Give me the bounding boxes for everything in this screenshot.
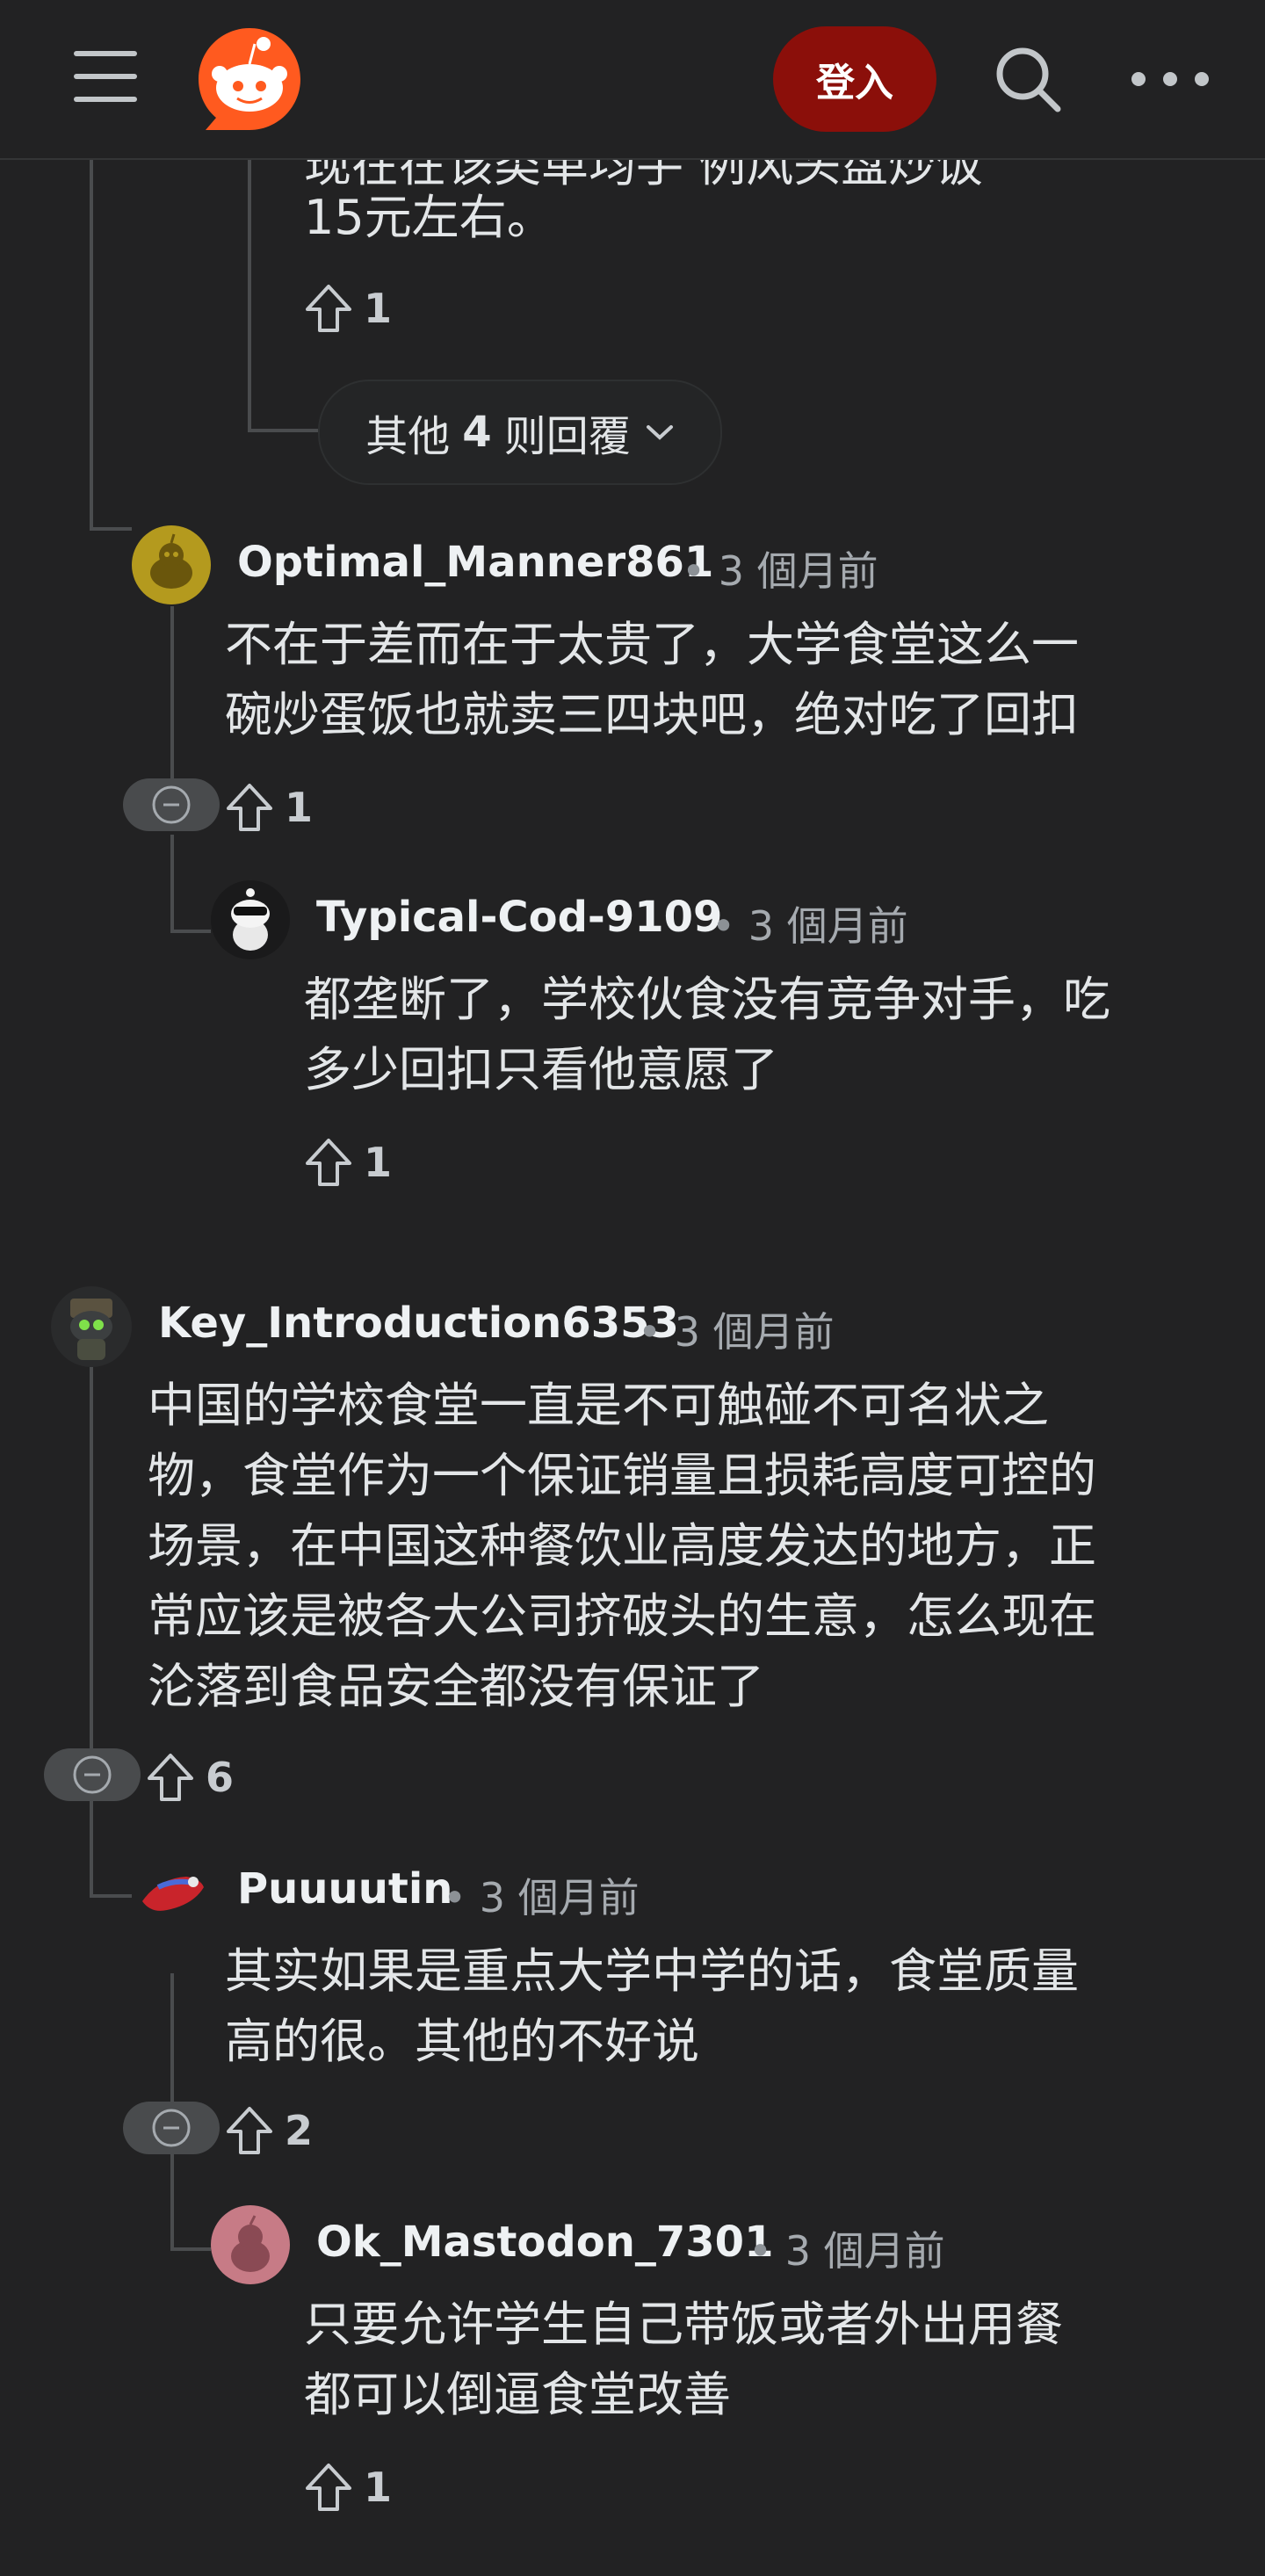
avatar[interactable] bbox=[51, 1286, 132, 1367]
vote-count: 1 bbox=[364, 1139, 393, 1186]
thread-line bbox=[170, 1973, 174, 2105]
comment-username[interactable]: Ok_Mastodon_7301 bbox=[316, 2218, 773, 2267]
more-options-icon[interactable] bbox=[1126, 67, 1214, 91]
comment-line: 都垄断了，学校伙食没有竞争对手，吃 bbox=[304, 972, 1110, 1027]
thread-line bbox=[90, 1799, 93, 1896]
upvote-icon[interactable] bbox=[146, 1752, 195, 1803]
comment-timestamp: • 3 個月前 bbox=[682, 547, 878, 595]
vote-control[interactable]: 1 bbox=[304, 2457, 392, 2518]
thread-line bbox=[170, 606, 174, 782]
comment-line: 其实如果是重点大学中学的话，食堂质量 bbox=[225, 1943, 1079, 1999]
avatar[interactable] bbox=[211, 2205, 290, 2284]
minus-circle-icon bbox=[73, 1755, 112, 1794]
upvote-icon[interactable] bbox=[304, 283, 353, 334]
comment-time: 3 個月前 bbox=[674, 1308, 835, 1356]
minus-circle-icon bbox=[152, 785, 191, 824]
thread-line bbox=[90, 158, 93, 527]
minus-circle-icon bbox=[152, 2109, 191, 2147]
comment-timestamp: • 3 個月前 bbox=[748, 2227, 945, 2275]
more-replies-prefix: 其他 bbox=[365, 412, 451, 461]
search-icon[interactable] bbox=[993, 44, 1063, 114]
more-replies-button[interactable]: 其他 4 则回覆 bbox=[318, 380, 722, 485]
vote-control[interactable]: 6 bbox=[146, 1747, 234, 1808]
vote-control[interactable]: 1 bbox=[225, 777, 313, 838]
thread-connector bbox=[170, 930, 211, 933]
comment-line: 不在于差而在于太贵了，大学食堂这么一 bbox=[225, 617, 1079, 672]
thread-connector bbox=[90, 1894, 132, 1898]
comment-text: 15元左右。 bbox=[304, 190, 554, 245]
comment-text: 不在于差而在于太贵了，大学食堂这么一 碗炒蛋饭也就卖三四块吧，绝对吃了回扣 bbox=[225, 610, 1079, 750]
comment-timestamp: • 3 個月前 bbox=[638, 1308, 835, 1356]
comment-line: 多少回扣只看他意愿了 bbox=[304, 1042, 778, 1097]
more-replies-count: 4 bbox=[462, 408, 492, 457]
thread-connector bbox=[90, 527, 132, 531]
comment-username[interactable]: Typical-Cod-9109 bbox=[316, 893, 722, 942]
chevron-down-icon bbox=[646, 425, 673, 440]
thread-connector bbox=[248, 429, 318, 432]
comment-time: 3 個月前 bbox=[479, 1874, 640, 1921]
more-replies-suffix: 则回覆 bbox=[503, 412, 631, 461]
top-app-bar: 登入 bbox=[0, 0, 1265, 160]
hamburger-menu-icon[interactable] bbox=[74, 51, 137, 104]
vote-control[interactable]: 2 bbox=[225, 2100, 313, 2161]
thread-line bbox=[248, 158, 251, 431]
comment-timestamp: • 3 個月前 bbox=[712, 902, 908, 950]
upvote-icon[interactable] bbox=[225, 2105, 274, 2156]
thread-line bbox=[170, 835, 174, 931]
upvote-icon[interactable] bbox=[225, 782, 274, 833]
comment-line: 物，食堂作为一个保证销量且损耗高度可控的 bbox=[148, 1448, 1096, 1503]
vote-count: 2 bbox=[285, 2107, 314, 2154]
comment-username[interactable]: Puuuutin bbox=[237, 1864, 452, 1914]
comment-line: 只要允许学生自己带饭或者外出用餐 bbox=[304, 2297, 1063, 2352]
comment-timestamp: • 3 個月前 bbox=[443, 1874, 640, 1921]
comment-line: 高的很。其他的不好说 bbox=[225, 2014, 699, 2069]
comment-time: 3 個月前 bbox=[748, 902, 908, 950]
comment-text: 只要允许学生自己带饭或者外出用餐 都可以倒逼食堂改善 bbox=[304, 2290, 1063, 2430]
comment-username[interactable]: Optimal_Manner861 bbox=[237, 538, 713, 587]
avatar[interactable] bbox=[132, 1852, 211, 1931]
comment-text: 其实如果是重点大学中学的话，食堂质量 高的很。其他的不好说 bbox=[225, 1936, 1079, 2077]
comment-text: 中国的学校食堂一直是不可触碰不可名状之 物，食堂作为一个保证销量且损耗高度可控的… bbox=[148, 1371, 1096, 1722]
avatar[interactable] bbox=[211, 880, 290, 959]
thread-line bbox=[170, 2153, 174, 2249]
comment-text: 都垄断了，学校伙食没有竞争对手，吃 多少回扣只看他意愿了 bbox=[304, 965, 1110, 1105]
thread-line bbox=[90, 1367, 93, 1754]
reddit-logo-icon[interactable] bbox=[195, 25, 304, 134]
comment-time: 3 個月前 bbox=[718, 547, 878, 595]
comment-line: 沦落到食品安全都没有保证了 bbox=[148, 1659, 764, 1714]
vote-count: 1 bbox=[364, 285, 393, 332]
vote-count: 6 bbox=[206, 1754, 235, 1801]
comment-line: 中国的学校食堂一直是不可触碰不可名状之 bbox=[148, 1378, 1049, 1433]
comment-username[interactable]: Key_Introduction6353 bbox=[158, 1299, 679, 1348]
collapse-thread-button[interactable] bbox=[123, 778, 220, 831]
comment-time: 3 個月前 bbox=[784, 2227, 945, 2275]
vote-count: 1 bbox=[285, 784, 314, 831]
comment-line: 常应该是被各大公司挤破头的生意，怎么现在 bbox=[148, 1588, 1096, 1644]
collapse-thread-button[interactable] bbox=[123, 2102, 220, 2154]
vote-control[interactable]: 1 bbox=[304, 278, 392, 339]
vote-count: 1 bbox=[364, 2464, 393, 2511]
comment-line: 碗炒蛋饭也就卖三四块吧，绝对吃了回扣 bbox=[225, 687, 1079, 742]
avatar[interactable] bbox=[132, 525, 211, 604]
login-button[interactable]: 登入 bbox=[773, 26, 936, 132]
upvote-icon[interactable] bbox=[304, 2462, 353, 2513]
comment-line: 场景，在中国这种餐饮业高度发达的地方，正 bbox=[148, 1518, 1096, 1574]
collapse-thread-button[interactable] bbox=[44, 1748, 141, 1801]
comment-line: 都可以倒逼食堂改善 bbox=[304, 2367, 731, 2422]
vote-control[interactable]: 1 bbox=[304, 1132, 392, 1193]
upvote-icon[interactable] bbox=[304, 1137, 353, 1188]
thread-connector bbox=[170, 2247, 211, 2251]
